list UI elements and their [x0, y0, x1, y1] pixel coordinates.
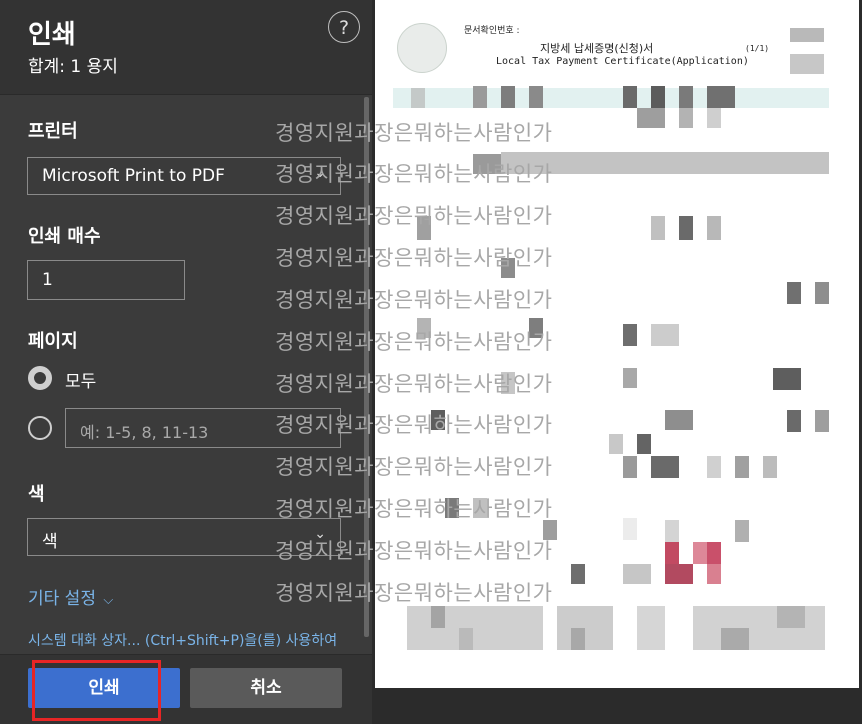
- redacted-block: [763, 456, 777, 478]
- page-title: 인쇄: [28, 20, 76, 50]
- redacted-block: [679, 108, 693, 128]
- cancel-button[interactable]: 취소: [190, 668, 342, 708]
- redacted-block: [431, 606, 445, 628]
- redacted-block: [679, 86, 693, 108]
- redacted-block: [651, 86, 665, 108]
- copies-input[interactable]: 1: [27, 260, 185, 300]
- doc-title-ko: 지방세 납세증명(신청)서: [540, 42, 654, 55]
- redacted-block: [707, 86, 735, 108]
- redacted-block: [501, 86, 515, 108]
- redacted-block: [393, 88, 829, 108]
- seal-icon: [397, 23, 447, 73]
- redacted-block: [529, 86, 543, 108]
- redacted-block: [787, 282, 801, 304]
- redacted-block: [787, 410, 801, 432]
- redacted-block: [571, 628, 585, 650]
- redacted-block: [637, 606, 665, 650]
- print-settings-panel: 인쇄 합계: 1 용지 ? 프린터 Microsoft Print to PDF…: [0, 0, 372, 724]
- more-settings-label: 기타 설정: [28, 589, 96, 609]
- help-icon[interactable]: ?: [328, 11, 360, 43]
- redacted-block: [777, 606, 805, 628]
- redacted-block: [459, 628, 473, 650]
- copies-value: 1: [42, 270, 53, 290]
- copies-label: 인쇄 매수: [28, 226, 101, 247]
- watermark-line: 경영지원과장은뭐하는사람인가: [275, 246, 553, 270]
- redacted-block: [623, 86, 637, 108]
- pages-all-radio[interactable]: [28, 366, 52, 390]
- color-label: 색: [28, 484, 45, 505]
- redacted-block: [665, 410, 693, 430]
- redacted-block: [651, 456, 679, 478]
- redacted-block: [815, 410, 829, 432]
- redacted-block: [773, 368, 801, 390]
- doc-number-label: 문서확인번호 :: [464, 26, 520, 36]
- redacted-block: [651, 216, 665, 240]
- more-settings-link[interactable]: 기타 설정 ⌵: [28, 584, 113, 609]
- pages-range-placeholder: 예: 1-5, 8, 11-13: [80, 423, 209, 442]
- page-indicator: (1/1): [745, 44, 770, 53]
- printer-label: 프린터: [28, 121, 78, 142]
- redacted-block: [693, 542, 707, 564]
- redacted-block: [707, 456, 721, 478]
- redacted-block: [679, 216, 693, 240]
- redacted-block: [407, 606, 543, 650]
- redacted-block: [665, 520, 679, 542]
- redacted-block: [707, 216, 721, 240]
- redacted-block: [623, 456, 637, 478]
- watermark-line: 경영지원과장은뭐하는사람인가: [275, 330, 553, 354]
- redacted-block: [707, 108, 721, 128]
- chevron-down-icon: ⌵: [103, 593, 114, 608]
- watermark-line: 경영지원과장은뭐하는사람인가: [275, 581, 553, 605]
- watermark-line: 경영지원과장은뭐하는사람인가: [275, 204, 553, 228]
- watermark-line: 경영지원과장은뭐하는사람인가: [275, 497, 553, 521]
- system-dialog-link[interactable]: 시스템 대화 상자... (Ctrl+Shift+P)을(를) 사용하여: [28, 630, 337, 650]
- watermark-line: 경영지원과장은뭐하는사람인가: [275, 121, 553, 145]
- sheet-count: 합계: 1 용지: [28, 57, 118, 77]
- redacted-block: [735, 520, 749, 542]
- redacted-block: [815, 282, 829, 304]
- redacted-block: [721, 628, 749, 650]
- redacted-block: [637, 108, 665, 128]
- redacted-block: [735, 456, 749, 478]
- watermark-line: 경영지원과장은뭐하는사람인가: [275, 455, 553, 479]
- redacted-block: [623, 368, 637, 388]
- redacted-block: [693, 606, 825, 650]
- redacted-block: [665, 564, 693, 584]
- watermark-line: 경영지원과장은뭐하는사람인가: [275, 372, 553, 396]
- redacted-block: [707, 542, 721, 564]
- watermark-line: 경영지원과장은뭐하는사람인가: [275, 288, 553, 312]
- barcode-mark: [790, 28, 824, 42]
- redacted-block: [665, 542, 679, 564]
- redacted-block: [623, 324, 637, 346]
- color-value: 색: [42, 532, 58, 552]
- redacted-block: [623, 564, 651, 584]
- redacted-block: [411, 88, 425, 108]
- redacted-block: [557, 606, 613, 650]
- redacted-block: [637, 434, 651, 454]
- watermark-line: 경영지원과장은뭐하는사람인가: [275, 413, 553, 437]
- pages-all-label: 모두: [65, 372, 97, 392]
- barcode-mark: [790, 54, 824, 74]
- pages-label: 페이지: [28, 331, 78, 352]
- watermark-line: 경영지원과장은뭐하는사람인가: [275, 162, 553, 186]
- print-header: 인쇄 합계: 1 용지 ?: [0, 0, 372, 95]
- highlight-box: [32, 660, 161, 721]
- redacted-block: [623, 518, 637, 540]
- printer-value: Microsoft Print to PDF: [42, 166, 225, 186]
- watermark-line: 경영지원과장은뭐하는사람인가: [275, 539, 553, 563]
- redacted-block: [651, 324, 679, 346]
- pages-custom-radio[interactable]: [28, 416, 52, 440]
- redacted-block: [707, 564, 721, 584]
- redacted-block: [473, 86, 487, 108]
- doc-title-en: Local Tax Payment Certificate(Applicatio…: [496, 56, 749, 67]
